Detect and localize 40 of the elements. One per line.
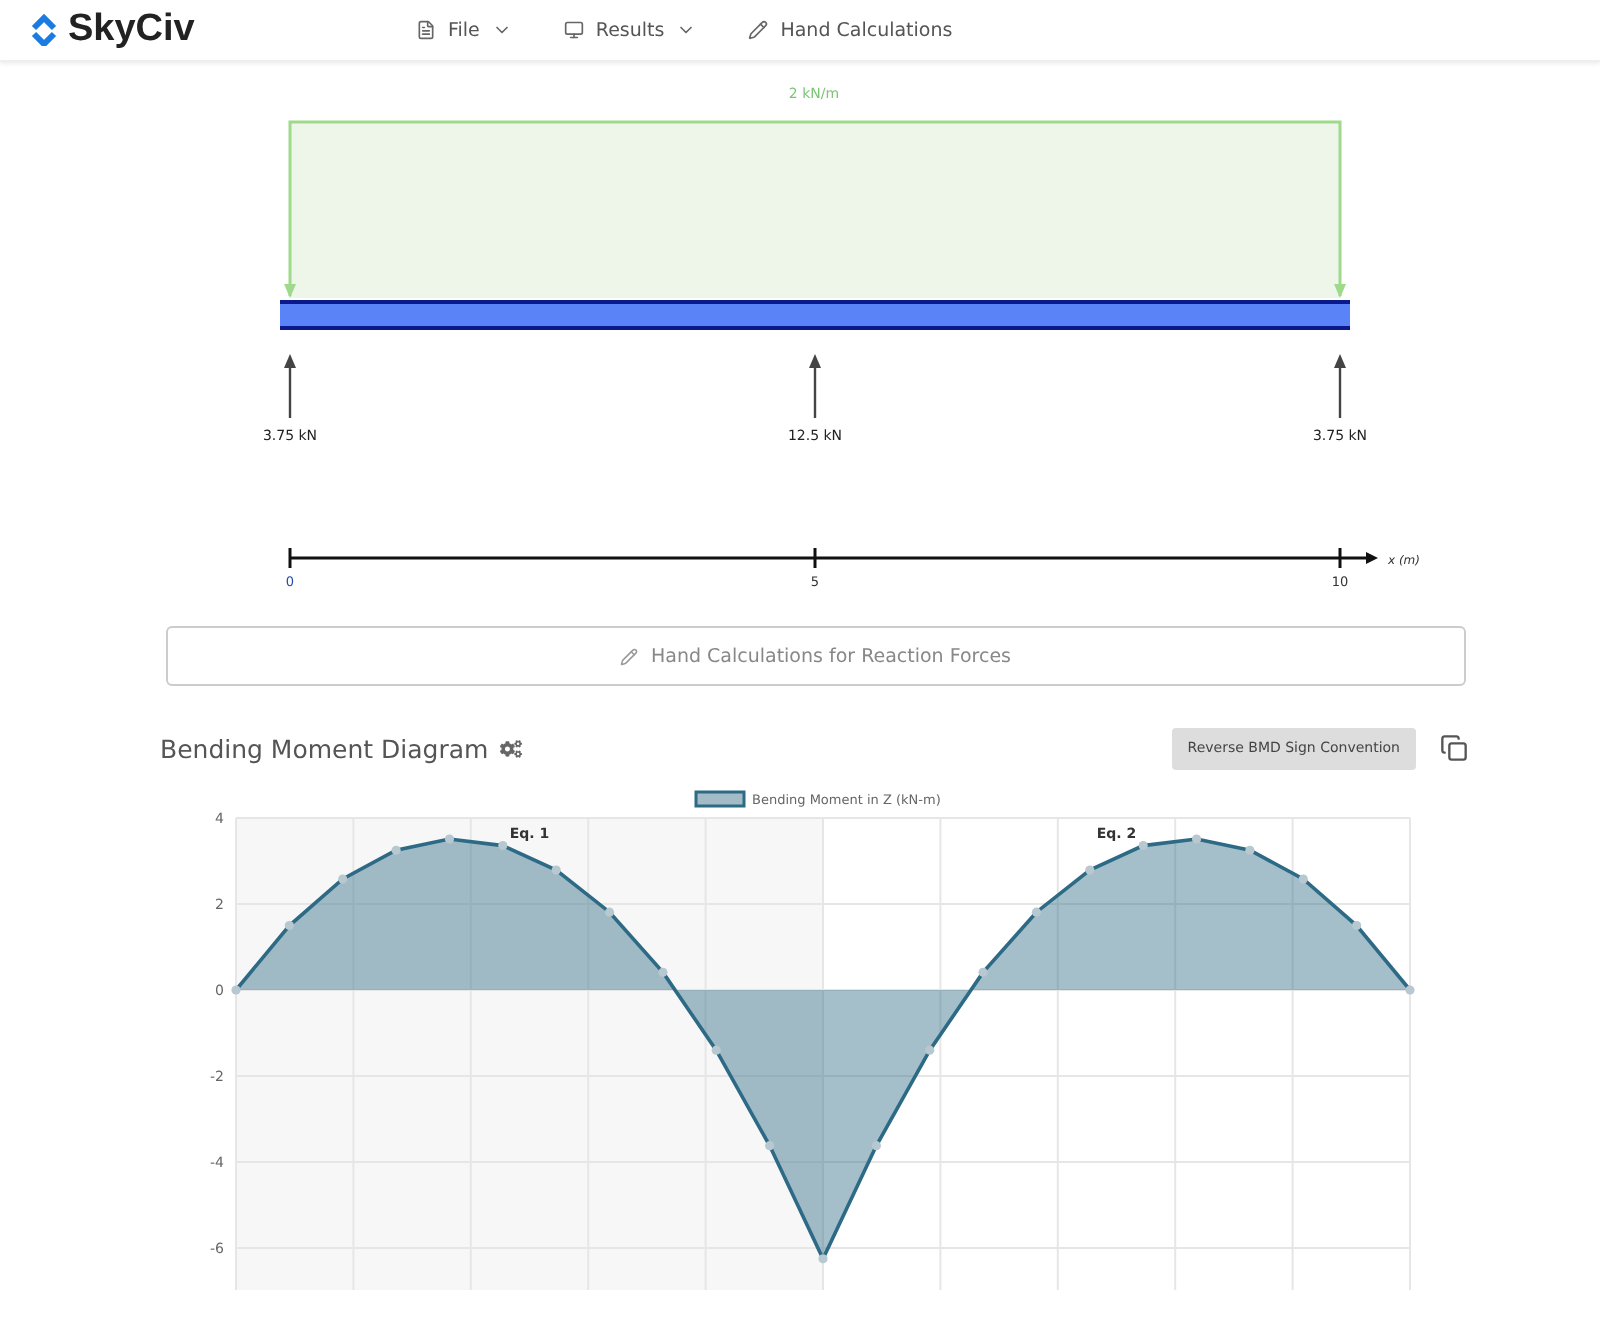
data-point — [658, 967, 668, 977]
logo-icon — [28, 14, 60, 46]
data-point — [1405, 985, 1415, 995]
legend-swatch — [694, 790, 746, 808]
pencil-icon — [748, 20, 769, 40]
data-point — [1245, 845, 1255, 855]
menu-item[interactable]: Hand Calculations — [748, 19, 953, 41]
logo-text: SkyCiv — [68, 8, 195, 52]
data-point — [1031, 907, 1042, 917]
data-point — [604, 907, 615, 917]
data-point — [1138, 840, 1148, 851]
pencil-icon — [620, 647, 639, 665]
data-point — [871, 1141, 881, 1151]
reaction-arrow — [809, 354, 821, 418]
data-point — [925, 1045, 935, 1055]
monitor-icon — [563, 20, 584, 40]
data-point — [444, 834, 455, 844]
section-title: Bending Moment Diagram — [160, 733, 489, 763]
data-point — [1191, 834, 1202, 844]
menu-item[interactable]: Results — [563, 19, 697, 41]
data-point — [818, 1254, 828, 1264]
data-point — [978, 967, 988, 977]
copy-icon[interactable] — [1440, 734, 1468, 762]
data-point — [1352, 920, 1362, 931]
menu-item[interactable]: File — [416, 19, 512, 41]
data-point — [391, 845, 401, 855]
data-point — [498, 840, 508, 851]
data-point — [338, 874, 348, 884]
file-icon — [416, 20, 436, 40]
data-point — [765, 1141, 775, 1151]
data-point — [551, 865, 561, 875]
settings-icon[interactable] — [500, 737, 523, 759]
data-point — [1085, 865, 1095, 875]
reaction-arrow — [1334, 354, 1346, 418]
reaction-arrow — [284, 354, 296, 418]
data-point — [284, 920, 294, 931]
data-point — [231, 985, 241, 995]
hand-calculations-button[interactable]: Hand Calculations for Reaction Forces — [166, 626, 1466, 686]
data-point — [1298, 874, 1308, 884]
data-point — [711, 1045, 721, 1055]
